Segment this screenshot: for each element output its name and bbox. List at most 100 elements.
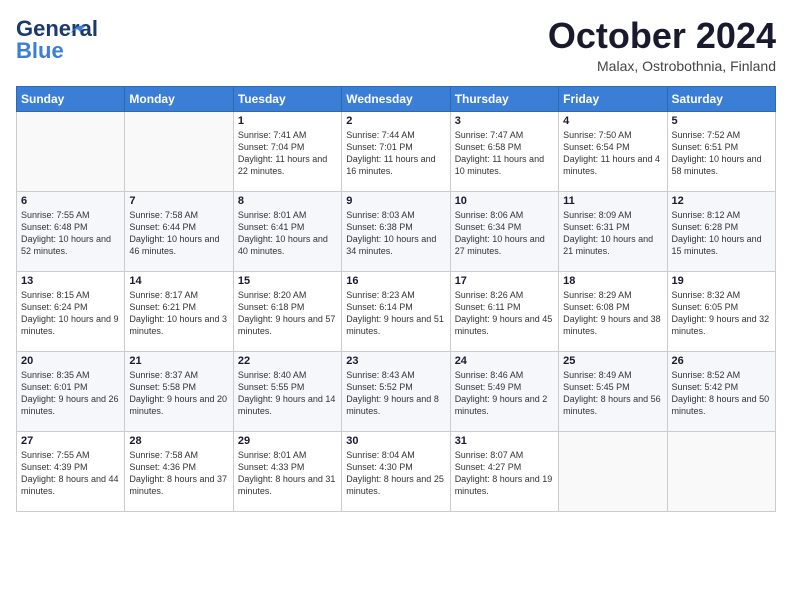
calendar-cell [667,431,775,511]
day-number: 17 [455,275,554,287]
calendar-cell: 21 Sunrise: 8:37 AMSunset: 5:58 PMDayligh… [125,351,233,431]
calendar-cell: 2 Sunrise: 7:44 AMSunset: 7:01 PMDaylight… [342,111,450,191]
cell-details: Sunrise: 8:52 AMSunset: 5:42 PMDaylight:… [672,369,771,418]
calendar-cell: 16Sunrise: 8:23 AMSunset: 6:14 PMDayligh… [342,271,450,351]
calendar-cell: 15 Sunrise: 8:20 AMSunset: 6:18 PMDayligh… [233,271,341,351]
cell-details: Sunrise: 7:44 AMSunset: 7:01 PMDaylight:… [346,129,445,178]
cell-details: Sunrise: 8:20 AMSunset: 6:18 PMDaylight:… [238,289,337,338]
calendar-cell: 23 Sunrise: 8:43 AMSunset: 5:52 PMDayligh… [342,351,450,431]
cell-details: Sunrise: 7:55 AMSunset: 4:39 PMDaylight:… [21,449,120,498]
day-number: 21 [129,355,228,367]
cell-details: Sunrise: 7:50 AMSunset: 6:54 PMDaylight:… [563,129,662,178]
cell-details: Sunrise: 7:55 AMSunset: 6:48 PMDaylight:… [21,209,120,258]
cell-details: Sunrise: 8:35 AMSunset: 6:01 PMDaylight:… [21,369,120,418]
cell-details: Sunrise: 8:03 AMSunset: 6:38 PMDaylight:… [346,209,445,258]
day-number: 29 [238,435,337,447]
calendar-week-row: 13 Sunrise: 8:15 AMSunset: 6:24 PMDayligh… [17,271,776,351]
title-area: October 2024 Malax, Ostrobothnia, Finlan… [548,16,776,74]
day-number: 28 [129,435,228,447]
day-number: 9 [346,195,445,207]
location-subtitle: Malax, Ostrobothnia, Finland [548,58,776,74]
calendar-body: 1Sunrise: 7:41 AMSunset: 7:04 PMDaylight… [17,111,776,511]
day-number: 24 [455,355,554,367]
logo-blue: Blue [16,38,64,64]
calendar-cell: 7 Sunrise: 7:58 AMSunset: 6:44 PMDaylight… [125,191,233,271]
cell-details: Sunrise: 8:29 AMSunset: 6:08 PMDaylight:… [563,289,662,338]
day-number: 23 [346,355,445,367]
calendar-cell: 20 Sunrise: 8:35 AMSunset: 6:01 PMDayligh… [17,351,125,431]
month-title: October 2024 [548,16,776,56]
weekday-header-cell: Sunday [17,86,125,111]
day-number: 31 [455,435,554,447]
cell-details: Sunrise: 8:49 AMSunset: 5:45 PMDaylight:… [563,369,662,418]
calendar-cell: 10Sunrise: 8:06 AMSunset: 6:34 PMDayligh… [450,191,558,271]
day-number: 15 [238,275,337,287]
calendar-cell: 12 Sunrise: 8:12 AMSunset: 6:28 PMDayligh… [667,191,775,271]
calendar-cell: 31 Sunrise: 8:07 AMSunset: 4:27 PMDayligh… [450,431,558,511]
weekday-header-cell: Tuesday [233,86,341,111]
calendar-week-row: 27 Sunrise: 7:55 AMSunset: 4:39 PMDayligh… [17,431,776,511]
day-number: 26 [672,355,771,367]
weekday-header-row: SundayMondayTuesdayWednesdayThursdayFrid… [17,86,776,111]
calendar-cell: 4 Sunrise: 7:50 AMSunset: 6:54 PMDaylight… [559,111,667,191]
calendar-cell: 22Sunrise: 8:40 AMSunset: 5:55 PMDayligh… [233,351,341,431]
weekday-header-cell: Friday [559,86,667,111]
calendar-cell: 24Sunrise: 8:46 AMSunset: 5:49 PMDayligh… [450,351,558,431]
calendar-cell: 26 Sunrise: 8:52 AMSunset: 5:42 PMDayligh… [667,351,775,431]
day-number: 14 [129,275,228,287]
calendar-cell: 17Sunrise: 8:26 AMSunset: 6:11 PMDayligh… [450,271,558,351]
logo-bird-icon [68,20,88,40]
day-number: 2 [346,115,445,127]
cell-details: Sunrise: 7:58 AMSunset: 6:44 PMDaylight:… [129,209,228,258]
day-number: 10 [455,195,554,207]
weekday-header-cell: Monday [125,86,233,111]
calendar-cell: 6 Sunrise: 7:55 AMSunset: 6:48 PMDaylight… [17,191,125,271]
cell-details: Sunrise: 7:58 AMSunset: 4:36 PMDaylight:… [129,449,228,498]
calendar-cell [17,111,125,191]
calendar-week-row: 1Sunrise: 7:41 AMSunset: 7:04 PMDaylight… [17,111,776,191]
day-number: 20 [21,355,120,367]
day-number: 12 [672,195,771,207]
weekday-header-cell: Saturday [667,86,775,111]
calendar-cell: 8 Sunrise: 8:01 AMSunset: 6:41 PMDaylight… [233,191,341,271]
day-number: 25 [563,355,662,367]
calendar-cell: 29Sunrise: 8:01 AMSunset: 4:33 PMDayligh… [233,431,341,511]
page-header: General Blue October 2024 Malax, Ostrobo… [16,16,776,74]
cell-details: Sunrise: 8:07 AMSunset: 4:27 PMDaylight:… [455,449,554,498]
calendar-cell: 30Sunrise: 8:04 AMSunset: 4:30 PMDayligh… [342,431,450,511]
cell-details: Sunrise: 8:37 AMSunset: 5:58 PMDaylight:… [129,369,228,418]
day-number: 30 [346,435,445,447]
day-number: 11 [563,195,662,207]
day-number: 1 [238,115,337,127]
day-number: 18 [563,275,662,287]
day-number: 19 [672,275,771,287]
day-number: 22 [238,355,337,367]
calendar-cell: 3 Sunrise: 7:47 AMSunset: 6:58 PMDaylight… [450,111,558,191]
calendar-cell: 1Sunrise: 7:41 AMSunset: 7:04 PMDaylight… [233,111,341,191]
day-number: 4 [563,115,662,127]
day-number: 6 [21,195,120,207]
day-number: 8 [238,195,337,207]
day-number: 27 [21,435,120,447]
cell-details: Sunrise: 8:23 AMSunset: 6:14 PMDaylight:… [346,289,445,338]
calendar-cell: 9 Sunrise: 8:03 AMSunset: 6:38 PMDaylight… [342,191,450,271]
calendar-table: SundayMondayTuesdayWednesdayThursdayFrid… [16,86,776,512]
calendar-cell: 19Sunrise: 8:32 AMSunset: 6:05 PMDayligh… [667,271,775,351]
calendar-cell: 18 Sunrise: 8:29 AMSunset: 6:08 PMDayligh… [559,271,667,351]
day-number: 3 [455,115,554,127]
day-number: 7 [129,195,228,207]
calendar-cell [125,111,233,191]
cell-details: Sunrise: 8:12 AMSunset: 6:28 PMDaylight:… [672,209,771,258]
cell-details: Sunrise: 8:01 AMSunset: 6:41 PMDaylight:… [238,209,337,258]
day-number: 13 [21,275,120,287]
calendar-cell: 28 Sunrise: 7:58 AMSunset: 4:36 PMDayligh… [125,431,233,511]
cell-details: Sunrise: 8:15 AMSunset: 6:24 PMDaylight:… [21,289,120,338]
weekday-header-cell: Wednesday [342,86,450,111]
calendar-week-row: 20 Sunrise: 8:35 AMSunset: 6:01 PMDayligh… [17,351,776,431]
cell-details: Sunrise: 8:43 AMSunset: 5:52 PMDaylight:… [346,369,445,418]
calendar-cell: 5Sunrise: 7:52 AMSunset: 6:51 PMDaylight… [667,111,775,191]
logo: General Blue [16,16,76,60]
cell-details: Sunrise: 7:52 AMSunset: 6:51 PMDaylight:… [672,129,771,178]
cell-details: Sunrise: 7:47 AMSunset: 6:58 PMDaylight:… [455,129,554,178]
weekday-header-cell: Thursday [450,86,558,111]
